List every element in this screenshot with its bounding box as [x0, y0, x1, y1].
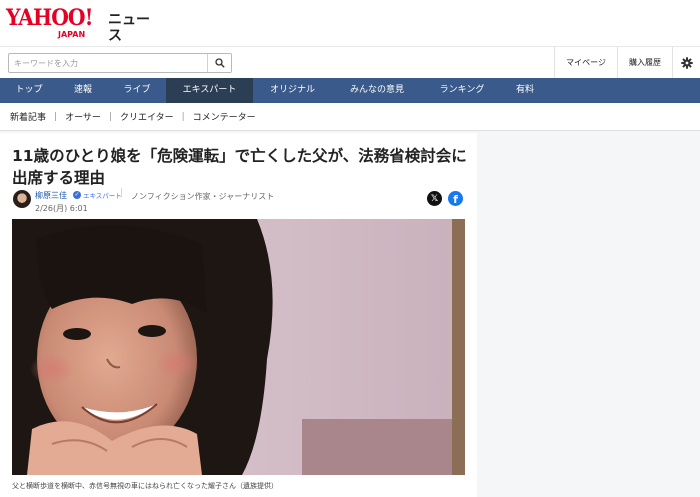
- purchase-history-link[interactable]: 購入履歴: [617, 47, 672, 79]
- settings-button[interactable]: [672, 47, 700, 79]
- mypage-link[interactable]: マイページ: [554, 47, 617, 79]
- subnav-separator: |: [108, 111, 112, 122]
- search-box: [8, 53, 232, 73]
- nav-ranking[interactable]: ランキング: [422, 78, 502, 103]
- author-role: ノンフィクション作家・ジャーナリスト: [131, 192, 275, 201]
- nav-breaking[interactable]: 速報: [58, 78, 108, 103]
- x-share-button[interactable]: 𝕏: [427, 191, 442, 206]
- nav-original[interactable]: オリジナル: [253, 78, 332, 103]
- site-header: YAHOO! JAPAN ニュース: [0, 0, 700, 46]
- facebook-icon: f: [453, 193, 458, 206]
- gear-icon: [680, 57, 693, 69]
- author-avatar[interactable]: [13, 190, 31, 208]
- yahoo-news-logo[interactable]: YAHOO! JAPAN ニュース: [6, 5, 151, 44]
- global-nav: トップ 速報 ライブ エキスパート オリジナル みんなの意見 ランキング 有料: [0, 78, 700, 103]
- expert-badge-label: エキスパート: [83, 192, 122, 200]
- x-icon: 𝕏: [430, 193, 439, 204]
- article-date: 2/26(月) 6:01: [35, 204, 88, 213]
- search-icon: [214, 58, 225, 68]
- photo-caption: 父と横断歩道を横断中、赤信号無視の車にはねられ亡くなった耀子さん（遺族提供）: [12, 482, 278, 490]
- facebook-share-button[interactable]: f: [448, 191, 463, 206]
- search-input[interactable]: [9, 54, 207, 72]
- author-name-link[interactable]: 柳原三佳: [35, 190, 67, 201]
- subnav-new-articles[interactable]: 新着記事: [10, 110, 46, 123]
- article-title: 11歳のひとり娘を「危険運転」で亡くした父が、法務省検討会に出席する理由: [12, 147, 467, 187]
- search-button[interactable]: [207, 54, 231, 72]
- subnav-authors[interactable]: オーサー: [65, 110, 101, 123]
- logo-main-text: YAHOO!: [6, 5, 94, 31]
- nav-expert[interactable]: エキスパート: [166, 78, 253, 103]
- subnav-separator: |: [54, 111, 58, 122]
- article-photo-image: [12, 219, 465, 475]
- search-bar-row: マイページ 購入履歴: [0, 46, 700, 79]
- logo-sub-text: JAPAN: [58, 30, 86, 39]
- logo-section-text: ニュース: [108, 12, 150, 44]
- check-icon: ✓: [73, 191, 81, 199]
- user-links: マイページ 購入履歴: [554, 47, 700, 79]
- nav-opinions[interactable]: みんなの意見: [332, 78, 422, 103]
- nav-top[interactable]: トップ: [0, 78, 58, 103]
- meta-separator: |: [120, 188, 124, 198]
- nav-paid[interactable]: 有料: [502, 78, 548, 103]
- nav-live[interactable]: ライブ: [108, 78, 166, 103]
- subnav-commentators[interactable]: コメンテーター: [193, 110, 256, 123]
- subnav-creators[interactable]: クリエイター: [120, 110, 174, 123]
- article-photo: [12, 219, 465, 475]
- expert-sub-nav: 新着記事 | オーサー | クリエイター | コメンテーター: [0, 103, 700, 131]
- subnav-separator: |: [181, 111, 185, 122]
- expert-badge: ✓ エキスパート: [73, 190, 122, 200]
- article: 11歳のひとり娘を「危険運転」で亡くした父が、法務省検討会に出席する理由 柳原三…: [0, 133, 477, 497]
